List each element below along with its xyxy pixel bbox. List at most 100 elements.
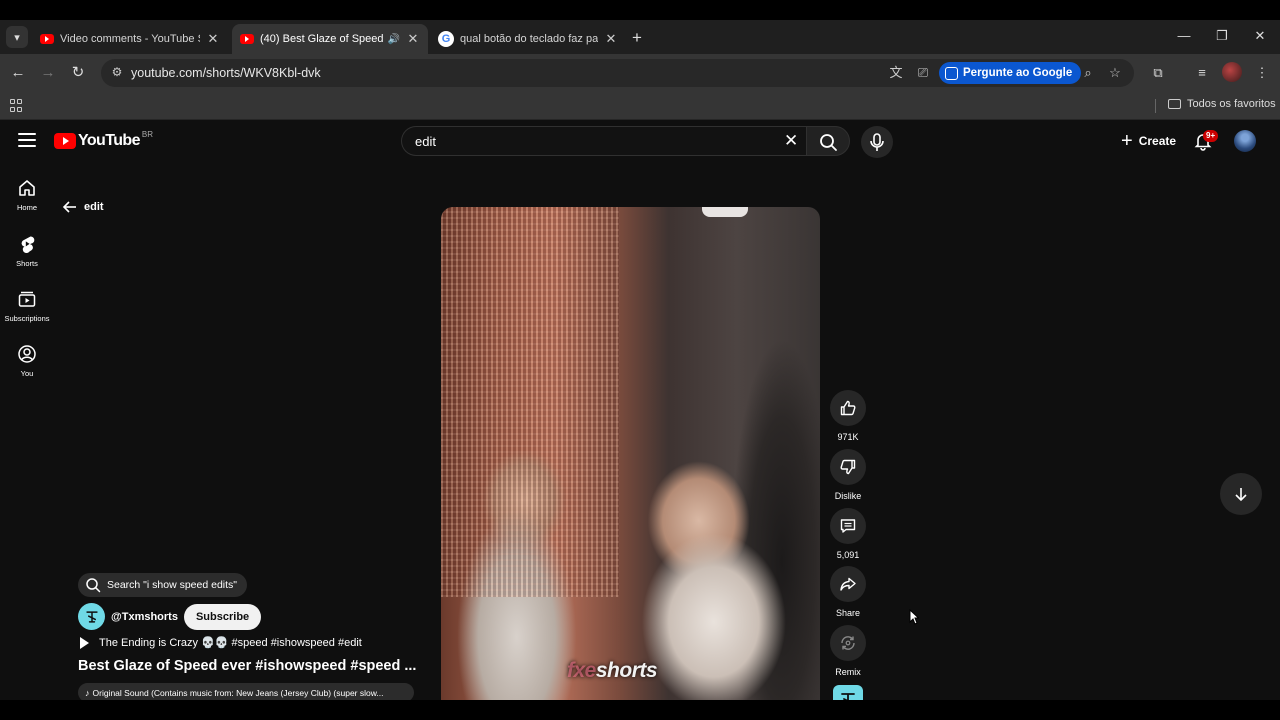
apps-grid-icon[interactable] bbox=[10, 99, 23, 112]
arrow-left-icon bbox=[62, 201, 76, 213]
forward-button[interactable]: → bbox=[38, 63, 58, 83]
channel-thumbnail[interactable] bbox=[833, 685, 863, 700]
tab-youtube-studio[interactable]: Video comments - YouTube Studio ✕ bbox=[32, 24, 228, 54]
subscriptions-icon bbox=[18, 291, 36, 307]
channel-row: @Txmshorts Subscribe bbox=[78, 603, 262, 630]
close-icon[interactable]: ✕ bbox=[406, 31, 420, 47]
translate-icon[interactable]: 文 bbox=[887, 64, 905, 82]
next-short-button[interactable] bbox=[1220, 473, 1262, 515]
comment-icon bbox=[840, 519, 856, 533]
bookmarks-divider bbox=[1155, 99, 1156, 113]
guide-label: You bbox=[20, 369, 34, 378]
guide-item-shorts[interactable]: Shorts bbox=[0, 234, 54, 268]
remix-label: Remix bbox=[835, 667, 861, 677]
dislike-label: Dislike bbox=[834, 491, 862, 501]
guide-label: Subscriptions bbox=[4, 314, 50, 323]
reload-button[interactable]: ↻ bbox=[68, 63, 88, 83]
microphone-icon bbox=[870, 133, 884, 151]
tab-current-short[interactable]: (40) Best Glaze of Speed ever 🔊 ✕ bbox=[232, 24, 428, 54]
media-controls-icon[interactable]: ≡ bbox=[1192, 63, 1212, 83]
like-count: 971K bbox=[837, 432, 859, 442]
short-caption: The Ending is Crazy 💀💀 #speed #ishowspee… bbox=[99, 637, 362, 649]
folder-icon bbox=[1168, 99, 1181, 109]
account-avatar[interactable] bbox=[1234, 130, 1256, 152]
back-to-search-button[interactable]: edit bbox=[62, 200, 104, 214]
google-icon: G bbox=[438, 31, 454, 47]
folder-label: Todos os favoritos bbox=[1187, 98, 1276, 110]
browser-menu-icon[interactable]: ⋮ bbox=[1252, 63, 1272, 83]
ask-google-label: Pergunte ao Google bbox=[963, 67, 1073, 79]
share-label: Share bbox=[835, 608, 861, 618]
music-pill[interactable]: ♪ Original Sound (Contains music from: N… bbox=[78, 683, 414, 700]
site-info-icon[interactable]: ⚙ bbox=[109, 65, 125, 81]
url-text[interactable]: youtube.com/shorts/WKV8Kbl-dvk bbox=[131, 66, 321, 80]
close-icon[interactable]: ✕ bbox=[604, 31, 618, 47]
search-icon bbox=[820, 134, 837, 151]
search-suggestion-chip[interactable]: Search "i show speed edits" bbox=[78, 573, 248, 597]
create-button[interactable]: + Create bbox=[1111, 127, 1186, 155]
speaker-icon[interactable]: 🔊 bbox=[388, 34, 400, 45]
like-button[interactable]: 971K bbox=[829, 390, 867, 442]
remix-button[interactable]: Remix bbox=[829, 625, 867, 677]
tab-google-search[interactable]: G qual botão do teclado faz para ✕ bbox=[430, 24, 626, 54]
search-query[interactable]: edit bbox=[415, 134, 436, 149]
music-note-icon: ♪ bbox=[85, 687, 90, 698]
home-icon bbox=[19, 180, 35, 196]
ask-google-button[interactable]: Pergunte ao Google bbox=[939, 62, 1082, 84]
back-button[interactable]: ← bbox=[8, 63, 28, 83]
restore-button[interactable]: ❐ bbox=[1212, 28, 1232, 44]
back-label: edit bbox=[84, 201, 104, 213]
close-icon[interactable]: ✕ bbox=[206, 31, 220, 47]
tab-title: (40) Best Glaze of Speed ever bbox=[260, 33, 384, 45]
minimize-button[interactable]: — bbox=[1174, 28, 1194, 43]
voice-search-button[interactable] bbox=[861, 126, 893, 158]
video-frame-light bbox=[702, 207, 748, 217]
plus-icon: + bbox=[1121, 130, 1133, 152]
short-title[interactable]: Best Glaze of Speed ever #ishowspeed #sp… bbox=[78, 658, 416, 674]
youtube-logo-icon bbox=[54, 133, 76, 149]
thumbs-down-icon bbox=[840, 459, 856, 475]
guide-item-subscriptions[interactable]: Subscriptions bbox=[0, 289, 54, 323]
short-video-player[interactable]: fxeshorts bbox=[441, 207, 820, 700]
clear-search-icon[interactable]: ✕ bbox=[784, 131, 798, 151]
mouse-pointer-icon bbox=[909, 609, 919, 625]
guide-label: Home bbox=[16, 203, 37, 212]
guide-item-home[interactable]: Home bbox=[0, 178, 54, 212]
search-suggestion-text: Search "i show speed edits" bbox=[107, 579, 238, 591]
region-code: BR bbox=[141, 130, 153, 139]
all-bookmarks-folder[interactable]: Todos os favoritos bbox=[1168, 98, 1276, 110]
search-icon bbox=[86, 578, 101, 593]
youtube-logo[interactable]: YouTube BR bbox=[54, 130, 153, 150]
bookmark-star-icon[interactable]: ☆ bbox=[1106, 64, 1124, 82]
tab-title: qual botão do teclado faz para bbox=[460, 33, 598, 45]
address-bar[interactable]: ⚙ youtube.com/shorts/WKV8Kbl-dvk 文 ⎚ Per… bbox=[101, 59, 1134, 87]
youtube-icon bbox=[240, 34, 254, 44]
music-text: Original Sound (Contains music from: New… bbox=[92, 687, 384, 698]
browser-toolbar: ← → ↻ ⚙ youtube.com/shorts/WKV8Kbl-dvk 文… bbox=[0, 54, 1280, 92]
play-icon bbox=[80, 636, 89, 649]
tab-strip: ▾ Video comments - YouTube Studio ✕ (40)… bbox=[0, 20, 1280, 54]
remix-icon bbox=[841, 636, 855, 650]
subscribe-button[interactable]: Subscribe bbox=[183, 603, 262, 630]
channel-handle[interactable]: @Txmshorts bbox=[111, 611, 178, 623]
browser-window: ▾ Video comments - YouTube Studio ✕ (40)… bbox=[0, 20, 1280, 700]
new-tab-button[interactable]: + bbox=[632, 28, 642, 48]
dislike-button[interactable]: Dislike bbox=[829, 449, 867, 501]
caption-row[interactable]: The Ending is Crazy 💀💀 #speed #ishowspee… bbox=[80, 636, 362, 649]
guide-menu-icon[interactable] bbox=[18, 133, 36, 147]
share-button[interactable]: Share bbox=[829, 566, 867, 618]
search-button[interactable] bbox=[806, 126, 850, 156]
window-close-button[interactable]: ✕ bbox=[1250, 28, 1270, 44]
zoom-icon[interactable]: ⌕ bbox=[1079, 64, 1097, 82]
video-watermark: fxeshorts bbox=[567, 659, 658, 682]
guide-item-you[interactable]: You bbox=[0, 344, 54, 378]
tab-search-button[interactable]: ▾ bbox=[6, 26, 28, 48]
comments-button[interactable]: 5,091 bbox=[829, 508, 867, 560]
channel-avatar[interactable] bbox=[78, 603, 105, 630]
install-app-icon[interactable]: ⎚ bbox=[914, 64, 932, 82]
browser-profile-avatar[interactable] bbox=[1222, 62, 1242, 82]
guide-label: Shorts bbox=[16, 259, 38, 268]
extensions-icon[interactable]: ⧉ bbox=[1148, 63, 1168, 83]
search-input[interactable]: edit ✕ bbox=[401, 126, 809, 156]
tab-title: Video comments - YouTube Studio bbox=[60, 33, 200, 45]
